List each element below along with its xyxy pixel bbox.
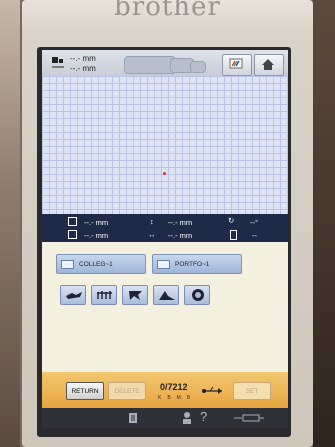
embroidery-pattern-1-icon bbox=[66, 292, 82, 299]
color-palette-icon bbox=[229, 58, 243, 69]
embroidery-grid[interactable] bbox=[42, 76, 288, 214]
folder-icon bbox=[61, 260, 74, 269]
folder-label: COLLEG~1 bbox=[79, 261, 113, 268]
folder-button-colleg[interactable]: COLLEG~1 bbox=[56, 254, 146, 274]
top-bar: --.- mm --.- mm bbox=[42, 50, 288, 76]
user-help-icon[interactable] bbox=[180, 411, 194, 425]
tab-shape-1 bbox=[124, 56, 176, 74]
connector-icon[interactable] bbox=[232, 411, 266, 425]
home-button[interactable] bbox=[254, 54, 284, 76]
set-button[interactable]: SET bbox=[233, 382, 271, 400]
delete-button[interactable]: DELETE bbox=[108, 382, 146, 400]
pattern-size-icon bbox=[52, 57, 64, 68]
help-question-icon[interactable]: ? bbox=[200, 409, 207, 424]
file-browser: COLLEG~1 PORTFO~1 bbox=[42, 242, 288, 372]
folder-button-portfo[interactable]: PORTFO~1 bbox=[152, 254, 242, 274]
info-size-2: --.- mm bbox=[84, 231, 109, 240]
memory-total: 7212 bbox=[167, 382, 188, 392]
info-bar: --.- mm ↕ --.- mm ↻ --° --.- mm ↔ --.- m… bbox=[42, 214, 288, 242]
height-size-icon bbox=[68, 217, 77, 226]
horizontal-arrow-icon: ↔ bbox=[148, 230, 156, 239]
pattern-button-2[interactable] bbox=[91, 285, 117, 305]
document-icon bbox=[129, 413, 137, 423]
memory-unit-mb: MB bbox=[176, 395, 197, 401]
width-readout: --.- mm bbox=[70, 54, 96, 63]
info-horizontal: --.- mm bbox=[168, 231, 193, 240]
center-marker bbox=[163, 172, 166, 175]
embroidery-pattern-3-icon bbox=[129, 291, 142, 300]
lcd-screen: --.- mm --.- mm --.- mm ↕ --.- mm ↻ --° … bbox=[42, 50, 288, 428]
usb-icon bbox=[202, 386, 222, 394]
memory-unit-kb: KB bbox=[158, 395, 177, 401]
pattern-button-1[interactable] bbox=[60, 285, 86, 305]
wall-left bbox=[0, 0, 20, 447]
info-vertical: --.- mm bbox=[168, 218, 193, 227]
bottom-bar: RETURN DELETE 0/7212 KBMB SET bbox=[42, 372, 288, 408]
height-readout: --.- mm bbox=[70, 64, 96, 73]
vertical-arrow-icon: ↕ bbox=[150, 217, 154, 226]
pattern-button-3[interactable] bbox=[122, 285, 148, 305]
wall-right bbox=[313, 0, 335, 447]
home-icon bbox=[262, 59, 274, 70]
folder-label: PORTFO~1 bbox=[175, 261, 210, 268]
tab-shape-3 bbox=[190, 61, 206, 73]
brand-logo: brother bbox=[114, 0, 221, 22]
thread-density-icon bbox=[230, 230, 237, 240]
pattern-button-4[interactable] bbox=[153, 285, 179, 305]
info-density: -- bbox=[252, 231, 257, 240]
embroidery-pattern-2-icon bbox=[97, 291, 112, 299]
info-size-1: --.- mm bbox=[84, 218, 109, 227]
return-button[interactable]: RETURN bbox=[66, 382, 104, 400]
color-palette-button[interactable] bbox=[222, 54, 252, 76]
memory-readout: 0/7212 bbox=[160, 382, 188, 392]
rotate-icon: ↻ bbox=[228, 216, 235, 225]
width-size-icon bbox=[68, 230, 77, 239]
pattern-button-5[interactable] bbox=[184, 285, 210, 305]
embroidery-pattern-5-icon bbox=[192, 289, 204, 301]
info-rotate: --° bbox=[250, 218, 258, 227]
folder-icon bbox=[157, 260, 170, 269]
embroidery-pattern-4-icon bbox=[159, 291, 175, 300]
memory-used: 0 bbox=[160, 382, 166, 392]
memory-units: KBMB bbox=[158, 395, 196, 401]
hardware-bar: ? bbox=[42, 408, 288, 428]
